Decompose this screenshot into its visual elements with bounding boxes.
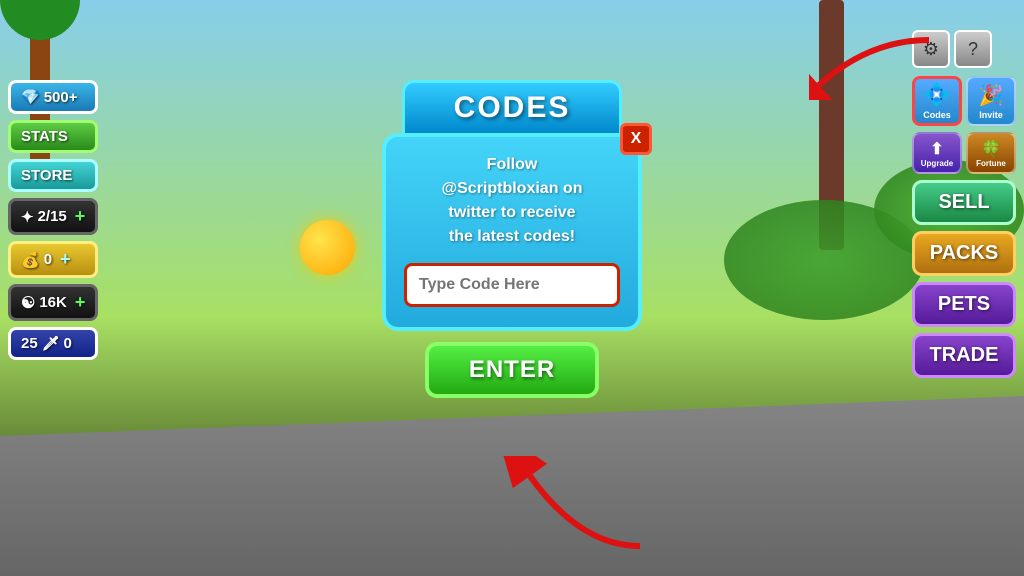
stats-btn[interactable]: STATS (8, 120, 98, 153)
trade-btn[interactable]: TRADE (912, 333, 1016, 378)
sword-btn[interactable]: 25 🗡 0 (8, 327, 98, 360)
enter-label: ENTER (469, 356, 555, 383)
gear-icon: ⚙ (923, 39, 939, 60)
pets-label: PETS (938, 293, 990, 315)
code-input[interactable] (404, 263, 620, 307)
codes-icon-btn[interactable]: 💠 Codes (912, 76, 962, 126)
codes-invite-row: 💠 Codes 🎉 Invite (912, 76, 1016, 126)
desc-line1: Follow (487, 156, 538, 173)
close-icon: X (631, 130, 642, 148)
gem-count-btn[interactable]: 💎 500+ (8, 80, 98, 114)
enter-btn[interactable]: ENTER (425, 342, 599, 398)
codes-icon-label: Codes (923, 110, 951, 120)
invite-icon-label: Invite (979, 110, 1003, 120)
gear-btn[interactable]: ⚙ (912, 30, 950, 68)
pets-btn[interactable]: PETS (912, 282, 1016, 327)
close-btn[interactable]: X (620, 123, 652, 155)
fortune-btn[interactable]: 🍀 Fortune (966, 132, 1016, 174)
packs-btn[interactable]: PACKS (912, 231, 1016, 276)
gem-icon: 💎 (21, 88, 40, 106)
modal-title: CODES (454, 91, 571, 124)
right-panel: ⚙ ? 💠 Codes 🎉 Invite ⬆ Upgrade 🍀 Fortune… (912, 30, 1016, 378)
sword-count-value: 25 (21, 335, 38, 352)
left-panel: 💎 500+ STATS STORE ✦ 2/15 + 💰 0 + ☯ 16K … (8, 80, 98, 360)
coins-plus: + (60, 249, 71, 270)
invite-icon: 🎉 (979, 83, 1004, 108)
yin-btn[interactable]: ☯ 16K + (8, 284, 98, 321)
coin-icon: 💰 (21, 251, 40, 269)
trade-label: TRADE (930, 344, 999, 366)
yin-icon: ☯ (21, 293, 35, 313)
fortune-icon: 🍀 (981, 139, 1001, 159)
top-icon-row: ⚙ ? (912, 30, 1016, 68)
yin-count-value: 16K (39, 294, 67, 311)
gem-count-value: 500+ (44, 89, 78, 106)
store-label: STORE (21, 167, 72, 184)
desc-line4: the latest codes! (449, 228, 575, 245)
sword-val: 0 (63, 335, 71, 352)
stars-btn[interactable]: ✦ 2/15 + (8, 198, 98, 235)
upgrade-fortune-row: ⬆ Upgrade 🍀 Fortune (912, 132, 1016, 174)
upgrade-label: Upgrade (921, 159, 953, 168)
packs-label: PACKS (930, 242, 999, 264)
coins-btn[interactable]: 💰 0 + (8, 241, 98, 278)
store-btn[interactable]: STORE (8, 159, 98, 192)
desc-line2: @Scriptbloxian on (442, 180, 583, 197)
codes-modal: CODES X Follow @Scriptbloxian on twitter… (382, 80, 642, 386)
fortune-label: Fortune (976, 159, 1006, 168)
upgrade-btn[interactable]: ⬆ Upgrade (912, 132, 962, 174)
star-icon: ✦ (21, 208, 34, 226)
sword-icon: 🗡 (42, 335, 60, 352)
upgrade-icon: ⬆ (930, 139, 943, 159)
invite-icon-btn[interactable]: 🎉 Invite (966, 76, 1016, 126)
modal-description: Follow @Scriptbloxian on twitter to rece… (404, 153, 620, 249)
yellow-coin-orb (300, 220, 355, 275)
codes-diamond-icon: 💠 (923, 82, 950, 108)
sell-label: SELL (938, 191, 989, 213)
stars-value: 2/15 (38, 208, 67, 225)
yin-plus: + (75, 292, 86, 313)
sell-btn[interactable]: SELL (912, 180, 1016, 225)
desc-line3: twitter to receive (448, 204, 575, 221)
stars-plus: + (75, 206, 86, 227)
question-icon: ? (968, 39, 978, 60)
stats-label: STATS (21, 128, 68, 145)
modal-body: X Follow @Scriptbloxian on twitter to re… (382, 133, 642, 331)
coins-value: 0 (44, 251, 52, 268)
modal-title-bar: CODES (402, 80, 622, 133)
question-btn[interactable]: ? (954, 30, 992, 68)
